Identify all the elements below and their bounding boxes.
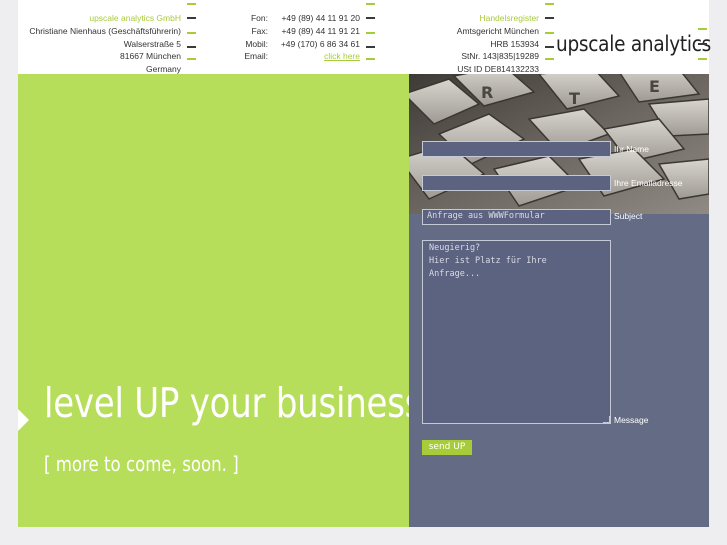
divider-mark [187, 17, 196, 19]
divider-mark [187, 32, 196, 34]
register-block: Handelsregister Amtsgericht München HRB … [446, 12, 539, 76]
divider-mark [366, 46, 375, 48]
register-court: Amtsgericht München [456, 25, 539, 36]
phone-value: +49 (89) 44 11 91 20 [281, 13, 360, 23]
divider-mark [698, 28, 707, 30]
divider-mark [366, 58, 375, 60]
phone-label: Fon: [250, 13, 268, 23]
message-textarea[interactable]: Neugierig? Hier ist Platz für Ihre Anfra… [422, 240, 611, 424]
address-block: upscale analytics GmbH Christiane Nienha… [18, 12, 181, 76]
divider-mark [545, 46, 554, 48]
mobile-value: +49 (170) 6 86 34 61 [280, 38, 360, 49]
name-input[interactable] [422, 141, 611, 157]
divider-mark [545, 3, 554, 5]
svg-text:T: T [569, 89, 580, 108]
svg-text:R: R [481, 83, 493, 102]
fax-label: Fax: [251, 25, 268, 36]
subject-label: Subject [614, 211, 643, 221]
resize-handle-icon[interactable] [603, 416, 610, 423]
divider-mark [698, 58, 707, 60]
divider-mark [187, 3, 196, 5]
header: upscale analytics GmbH Christiane Nienha… [18, 0, 712, 76]
svg-text:E: E [649, 77, 660, 96]
fax-value: +49 (89) 44 11 91 21 [281, 25, 360, 36]
email-label: Email: [244, 51, 268, 62]
hero-panel: level UP your business [ more to come, s… [18, 74, 422, 527]
contact-values: +49 (89) 44 11 91 20 +49 (89) 44 11 91 2… [280, 12, 360, 63]
divider-mark [366, 3, 375, 5]
divider-mark [366, 32, 375, 34]
divider-mark [545, 17, 554, 19]
divider-mark [545, 58, 554, 60]
contact-form-panel: R T E Ihr Name Ihre Emailadresse Anfrage… [409, 74, 709, 527]
company-name: upscale analytics GmbH [89, 13, 181, 23]
send-button[interactable]: send UP [422, 440, 472, 455]
register-hrb: HRB 153934 [490, 38, 539, 49]
hero-subslogan: [ more to come, soon. ] [44, 452, 239, 476]
divider-mark [698, 43, 707, 45]
email-field-label: Ihre Emailadresse [614, 178, 683, 188]
register-title: Handelsregister [479, 13, 539, 23]
contact-person: Christiane Nienhaus (Geschäftsführerin) [29, 25, 181, 36]
hero-slogan: level UP your business [44, 379, 423, 427]
message-label: Message [614, 415, 649, 425]
logo: upscale analytics [556, 32, 712, 56]
name-label: Ihr Name [614, 144, 649, 154]
city: 81667 München [120, 51, 181, 62]
street: Walserstraße 5 [123, 38, 181, 49]
email-input[interactable] [422, 175, 611, 191]
divider-mark [366, 17, 375, 19]
divider-mark [187, 46, 196, 48]
subject-input[interactable]: Anfrage aus WWWFormular [422, 209, 611, 225]
email-link[interactable]: click here [280, 50, 360, 63]
arrow-right-icon [18, 409, 29, 431]
divider-mark [187, 58, 196, 60]
mobile-label: Mobil: [245, 38, 268, 49]
tax-number: StNr. 143|835|19289 [461, 51, 539, 62]
divider-mark [545, 32, 554, 34]
contact-labels: Fon: Fax: Mobil: Email: [236, 12, 268, 63]
